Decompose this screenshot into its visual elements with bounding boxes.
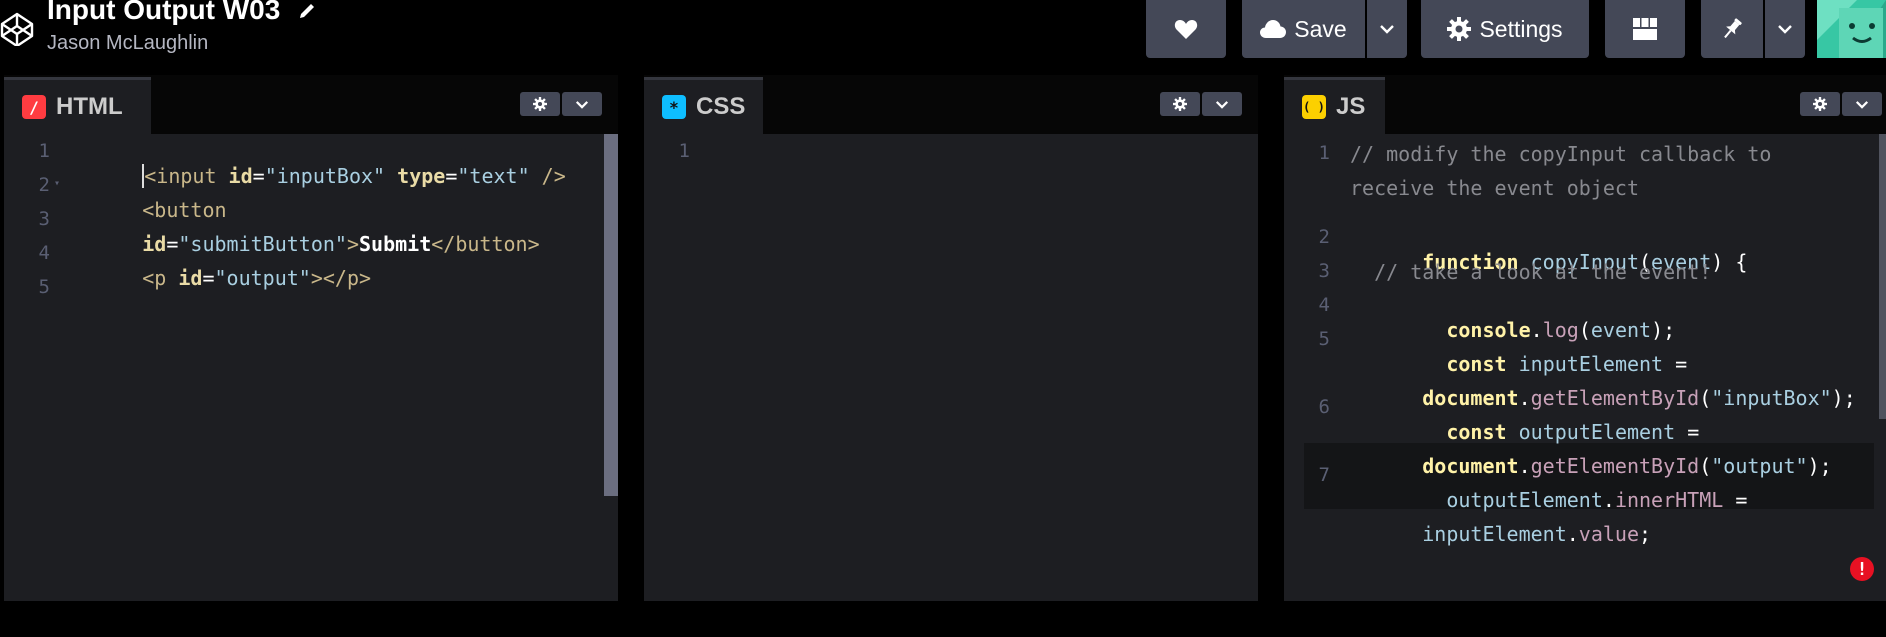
gear-icon	[1173, 97, 1187, 111]
js-pane-tools	[1800, 92, 1882, 116]
pin-icon	[1724, 18, 1742, 39]
line-number: 1	[1318, 142, 1330, 164]
header: Input Output W03 Jason McLaughlin Save S…	[0, 0, 1886, 75]
html-settings-button[interactable]	[520, 92, 560, 116]
line-number: 3	[1318, 260, 1330, 282]
pin-options-button[interactable]	[1765, 0, 1805, 58]
js-badge-icon: ( )	[1302, 95, 1326, 119]
css-code-editor[interactable]: 1	[644, 134, 1258, 601]
code-line: <p id="output"></p>	[142, 266, 372, 290]
heart-icon	[1174, 20, 1198, 39]
line-number: 6	[1318, 396, 1330, 418]
code-line: // take a look at the event!	[1350, 260, 1712, 284]
line-number: 4	[1318, 294, 1330, 316]
error-icon[interactable]: !	[1850, 557, 1874, 581]
code-line: // modify the copyInput callback to	[1350, 142, 1772, 166]
pin-button[interactable]	[1701, 0, 1763, 58]
js-collapse-button[interactable]	[1842, 92, 1882, 116]
author-name[interactable]: Jason McLaughlin	[47, 32, 208, 55]
css-pane-tools	[1160, 92, 1242, 116]
settings-label: Settings	[1479, 15, 1563, 42]
line-number: 7	[1318, 464, 1330, 486]
avatar-image	[1817, 0, 1886, 58]
code-line: receive the event object	[1350, 176, 1639, 200]
js-settings-button[interactable]	[1800, 92, 1840, 116]
gear-icon	[1447, 17, 1472, 41]
change-view-button[interactable]	[1605, 0, 1685, 58]
chevron-down-icon	[1778, 25, 1792, 34]
html-code-editor[interactable]: 1 2 ▾ 3 4 5 <input id="inputBox" type="t…	[4, 134, 618, 601]
line-number: 3	[38, 208, 50, 230]
tab-css[interactable]: * CSS	[644, 77, 763, 134]
html-editor-pane: / HTML 1 2 ▾ 3 4 5 <input id="inputBox" …	[4, 75, 618, 601]
css-badge-icon: *	[662, 95, 686, 119]
cloud-icon	[1260, 20, 1287, 38]
code-line: inputElement.value;	[1422, 522, 1652, 546]
save-label: Save	[1294, 15, 1347, 42]
user-avatar[interactable]	[1817, 0, 1886, 58]
js-code-editor[interactable]: 1 2 3 4 5 6 7 // modify the copyInput ca…	[1284, 134, 1886, 601]
pencil-icon[interactable]	[298, 0, 318, 20]
tab-html[interactable]: / HTML	[4, 77, 151, 134]
tab-css-label: CSS	[696, 93, 746, 120]
chevron-down-icon	[575, 100, 589, 109]
fold-arrow-icon[interactable]: ▾	[54, 178, 60, 189]
js-editor-pane: ( ) JS 1 2 3 4 5 6 7 // modify the copyI…	[1284, 75, 1886, 601]
css-collapse-button[interactable]	[1202, 92, 1242, 116]
line-number: 1	[678, 140, 690, 162]
chevron-down-icon	[1380, 25, 1394, 34]
html-badge-icon: /	[22, 95, 46, 119]
tab-js[interactable]: ( ) JS	[1284, 77, 1385, 134]
chevron-down-icon	[1215, 100, 1229, 109]
save-options-button[interactable]	[1367, 0, 1407, 58]
footer-bar	[0, 601, 1886, 637]
save-button[interactable]: Save	[1242, 0, 1365, 58]
gear-icon	[1813, 97, 1827, 111]
heart-button[interactable]	[1146, 0, 1226, 58]
line-number: 2	[1318, 226, 1330, 248]
gear-icon	[533, 97, 547, 111]
css-editor-pane: * CSS 1	[644, 75, 1258, 601]
css-settings-button[interactable]	[1160, 92, 1200, 116]
chevron-down-icon	[1855, 100, 1869, 109]
tab-html-label: HTML	[56, 93, 123, 120]
line-number: 2	[38, 174, 50, 196]
html-pane-tools	[520, 92, 602, 116]
line-number: 1	[38, 140, 50, 162]
line-number: 4	[38, 242, 50, 264]
layout-icon	[1633, 18, 1657, 40]
scrollbar-thumb[interactable]	[604, 134, 618, 496]
scrollbar-thumb[interactable]	[1879, 134, 1886, 419]
html-collapse-button[interactable]	[562, 92, 602, 116]
tab-js-label: JS	[1336, 93, 1366, 120]
pen-title[interactable]: Input Output W03	[47, 0, 280, 26]
settings-button[interactable]: Settings	[1421, 0, 1589, 58]
codepen-logo-icon[interactable]	[0, 12, 34, 46]
line-number: 5	[1318, 328, 1330, 350]
line-number: 5	[38, 276, 50, 298]
